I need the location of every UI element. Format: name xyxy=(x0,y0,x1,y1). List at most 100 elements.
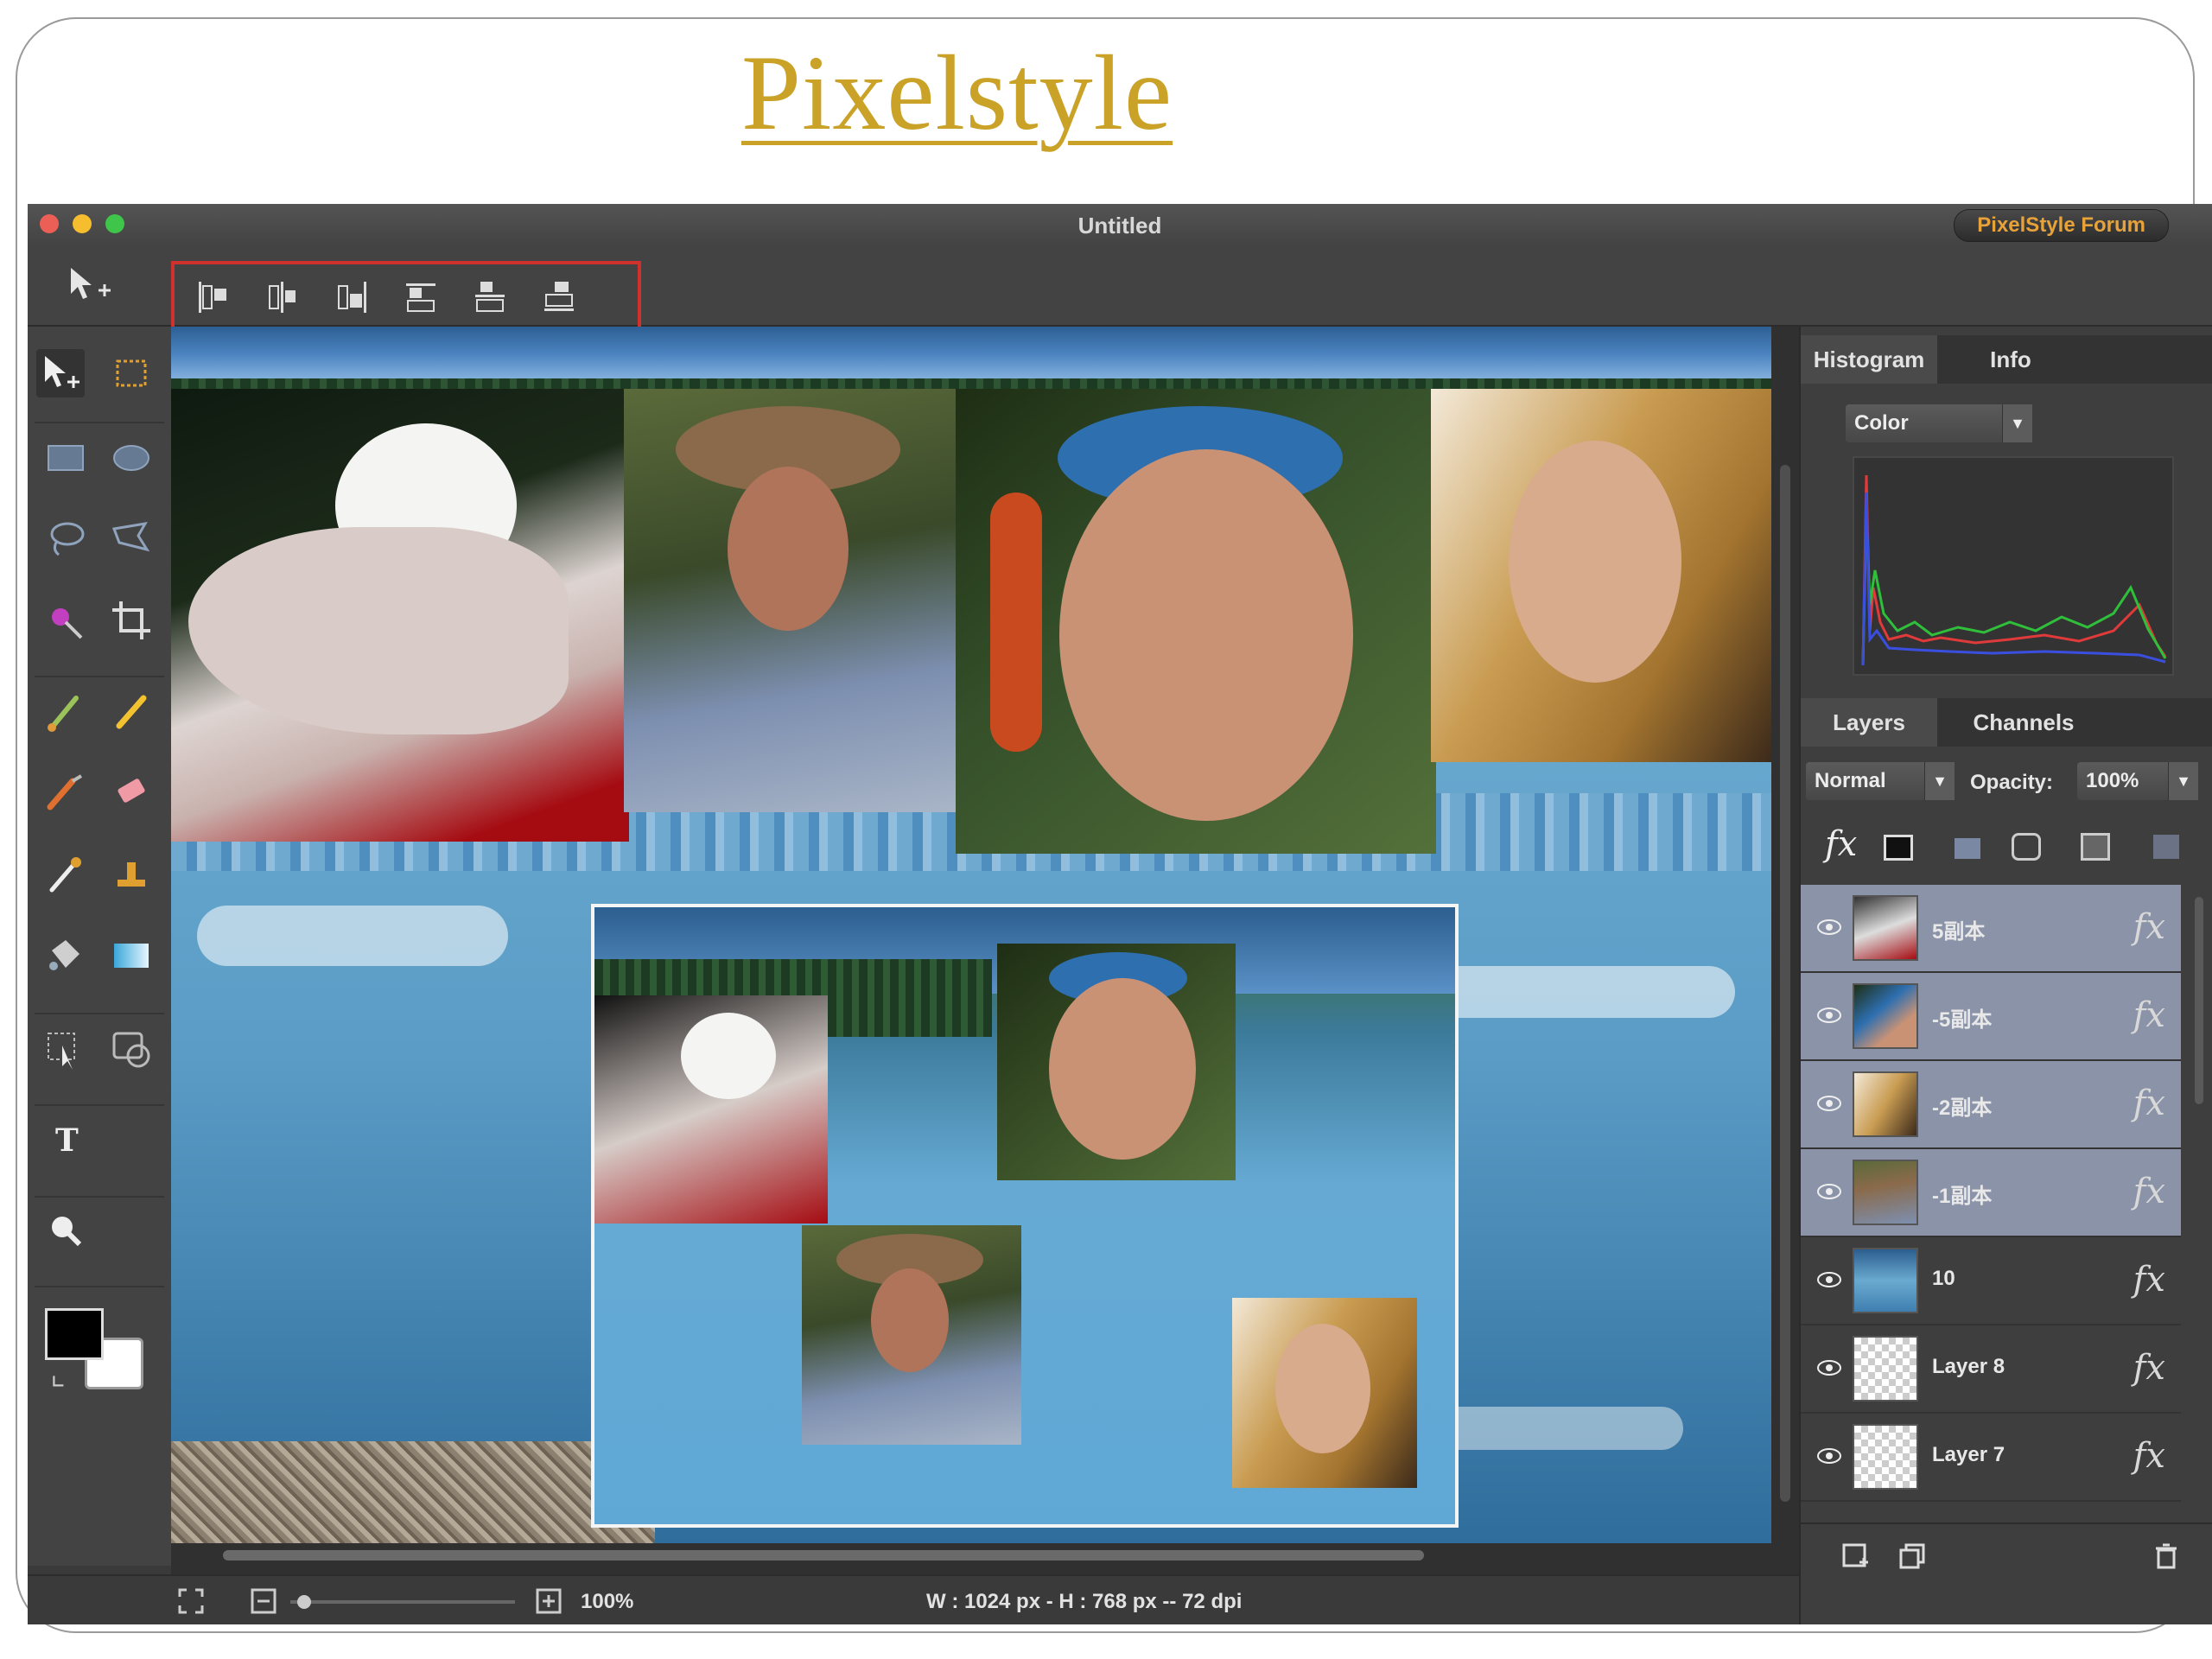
ellipse-select-icon[interactable] xyxy=(107,434,156,482)
woman-smiling-photo-small xyxy=(997,944,1236,1180)
right-panel: Histogram Info Color ▼ Layers Channels N… xyxy=(1799,327,2212,1624)
histogram-channel-select[interactable]: Color ▼ xyxy=(1846,404,2032,442)
eye-icon[interactable] xyxy=(1816,1092,1842,1115)
shape-tool-icon[interactable] xyxy=(107,1025,156,1073)
align-bottom-icon[interactable] xyxy=(539,278,579,316)
fx-icon[interactable]: fx xyxy=(2133,1260,2165,1300)
layer-name: Layer 8 xyxy=(1932,1355,2005,1378)
chevron-down-icon: ▼ xyxy=(1924,762,1955,800)
eye-icon[interactable] xyxy=(1816,1357,1842,1379)
paint-bucket-icon[interactable] xyxy=(41,931,90,980)
fx-icon[interactable]: fx xyxy=(2133,907,2165,947)
woman-hat-photo xyxy=(624,389,959,812)
horizontal-scrollbar[interactable] xyxy=(223,1550,1424,1560)
layers-tabs: Layers Channels xyxy=(1801,698,2212,747)
tab-info[interactable]: Info xyxy=(1937,335,2084,384)
histogram-graph xyxy=(1861,474,2167,666)
puppy-shoe-photo xyxy=(171,389,629,842)
layer-row[interactable]: Layer 7 fx xyxy=(1801,1414,2181,1502)
layer-row[interactable]: Layer 8 fx xyxy=(1801,1325,2181,1414)
brush-icon[interactable] xyxy=(41,688,90,736)
stamp-icon[interactable] xyxy=(107,850,156,899)
mask-icon[interactable] xyxy=(1884,835,1913,861)
magic-wand-icon[interactable] xyxy=(41,596,90,645)
layer-thumbnail xyxy=(1853,895,1918,961)
blend-mode-value: Normal xyxy=(1815,769,1886,792)
eye-icon[interactable] xyxy=(1816,1445,1842,1467)
rounded-rect-icon[interactable] xyxy=(2012,833,2041,861)
eyedropper-icon[interactable] xyxy=(41,850,90,899)
eye-icon[interactable] xyxy=(1816,1004,1842,1027)
shadow-icon[interactable] xyxy=(2153,835,2179,859)
align-center-horizontal-icon[interactable] xyxy=(263,278,302,316)
duplicate-layer-icon[interactable] xyxy=(1897,1541,1927,1571)
document-canvas[interactable] xyxy=(171,327,1771,1543)
lasso-icon[interactable] xyxy=(41,515,90,563)
layer-thumbnail xyxy=(1853,1336,1918,1402)
fx-icon[interactable]: fx xyxy=(2133,1172,2165,1211)
forum-button[interactable]: PixelStyle Forum xyxy=(1954,209,2169,242)
move-tool-icon[interactable] xyxy=(66,264,116,308)
fit-screen-icon[interactable] xyxy=(176,1586,206,1616)
selected-group-frame[interactable] xyxy=(591,904,1459,1528)
align-buttons-group xyxy=(171,261,641,330)
layers-scrollbar[interactable] xyxy=(2195,897,2203,1104)
align-right-icon[interactable] xyxy=(332,278,372,316)
crop-icon[interactable] xyxy=(107,596,156,645)
zoom-slider-thumb[interactable] xyxy=(297,1595,311,1609)
layer-name: 10 xyxy=(1932,1267,1955,1290)
eye-icon[interactable] xyxy=(1816,1180,1842,1203)
transform-box-icon[interactable] xyxy=(2081,833,2110,861)
path-select-icon[interactable] xyxy=(41,1025,90,1073)
cloud-shape xyxy=(197,906,508,966)
layer-row[interactable]: 10 fx xyxy=(1801,1237,2181,1325)
tab-channels[interactable]: Channels xyxy=(1937,698,2110,747)
new-layer-icon[interactable] xyxy=(1840,1541,1870,1571)
layers-bottom-bar xyxy=(1801,1522,2212,1593)
tab-histogram[interactable]: Histogram xyxy=(1801,335,1937,384)
polygon-lasso-icon[interactable] xyxy=(107,515,156,563)
gradient-icon[interactable] xyxy=(107,931,156,980)
fx-icon[interactable]: fx xyxy=(2133,995,2165,1035)
blend-mode-select[interactable]: Normal ▼ xyxy=(1806,762,1955,800)
vertical-scrollbar[interactable] xyxy=(1780,465,1790,1502)
zoom-in-icon[interactable] xyxy=(534,1586,563,1616)
swap-colors-icon[interactable] xyxy=(50,1372,69,1391)
heal-brush-icon[interactable] xyxy=(41,769,90,817)
eye-icon[interactable] xyxy=(1816,916,1842,938)
chevron-down-icon: ▼ xyxy=(2168,762,2198,800)
zoom-tool-icon[interactable] xyxy=(41,1206,90,1255)
rectangle-select-icon[interactable] xyxy=(41,434,90,482)
align-middle-vertical-icon[interactable] xyxy=(470,278,510,316)
align-left-icon[interactable] xyxy=(194,278,233,316)
chevron-down-icon: ▼ xyxy=(2002,404,2032,442)
move-tool-icon[interactable] xyxy=(36,349,85,397)
histogram-chart xyxy=(1853,456,2174,676)
layer-row[interactable]: -5副本 fx xyxy=(1801,973,2181,1061)
layer-row[interactable]: -2副本 fx xyxy=(1801,1061,2181,1149)
eraser-icon[interactable] xyxy=(107,769,156,817)
layer-thumbnail xyxy=(1853,1071,1918,1137)
align-top-icon[interactable] xyxy=(401,278,441,316)
fx-icon[interactable]: fx xyxy=(2133,1436,2165,1476)
canvas-area[interactable] xyxy=(171,327,1799,1574)
pencil-icon[interactable] xyxy=(107,688,156,736)
layer-row[interactable]: -1副本 fx xyxy=(1801,1149,2181,1237)
layer-row[interactable]: 5副本 fx xyxy=(1801,885,2181,973)
slide-title: Pixelstyle xyxy=(741,34,1173,152)
layer-effects-toolbar: fx xyxy=(1801,816,2212,881)
eye-icon[interactable] xyxy=(1816,1268,1842,1291)
fx-icon[interactable]: fx xyxy=(1825,824,1857,864)
tab-layers[interactable]: Layers xyxy=(1801,698,1937,747)
layer-style-icon[interactable] xyxy=(1955,838,1980,859)
opacity-select[interactable]: 100% ▼ xyxy=(2077,762,2198,800)
trash-icon[interactable] xyxy=(2152,1541,2181,1571)
foreground-color-swatch[interactable] xyxy=(45,1308,104,1360)
zoom-out-icon[interactable] xyxy=(249,1586,278,1616)
fx-icon[interactable]: fx xyxy=(2133,1084,2165,1123)
layer-thumbnail xyxy=(1853,1424,1918,1490)
text-tool-icon[interactable]: T xyxy=(41,1115,90,1163)
zoom-slider[interactable] xyxy=(290,1595,515,1609)
fx-icon[interactable]: fx xyxy=(2133,1348,2165,1388)
marquee-transform-icon[interactable] xyxy=(107,349,156,397)
